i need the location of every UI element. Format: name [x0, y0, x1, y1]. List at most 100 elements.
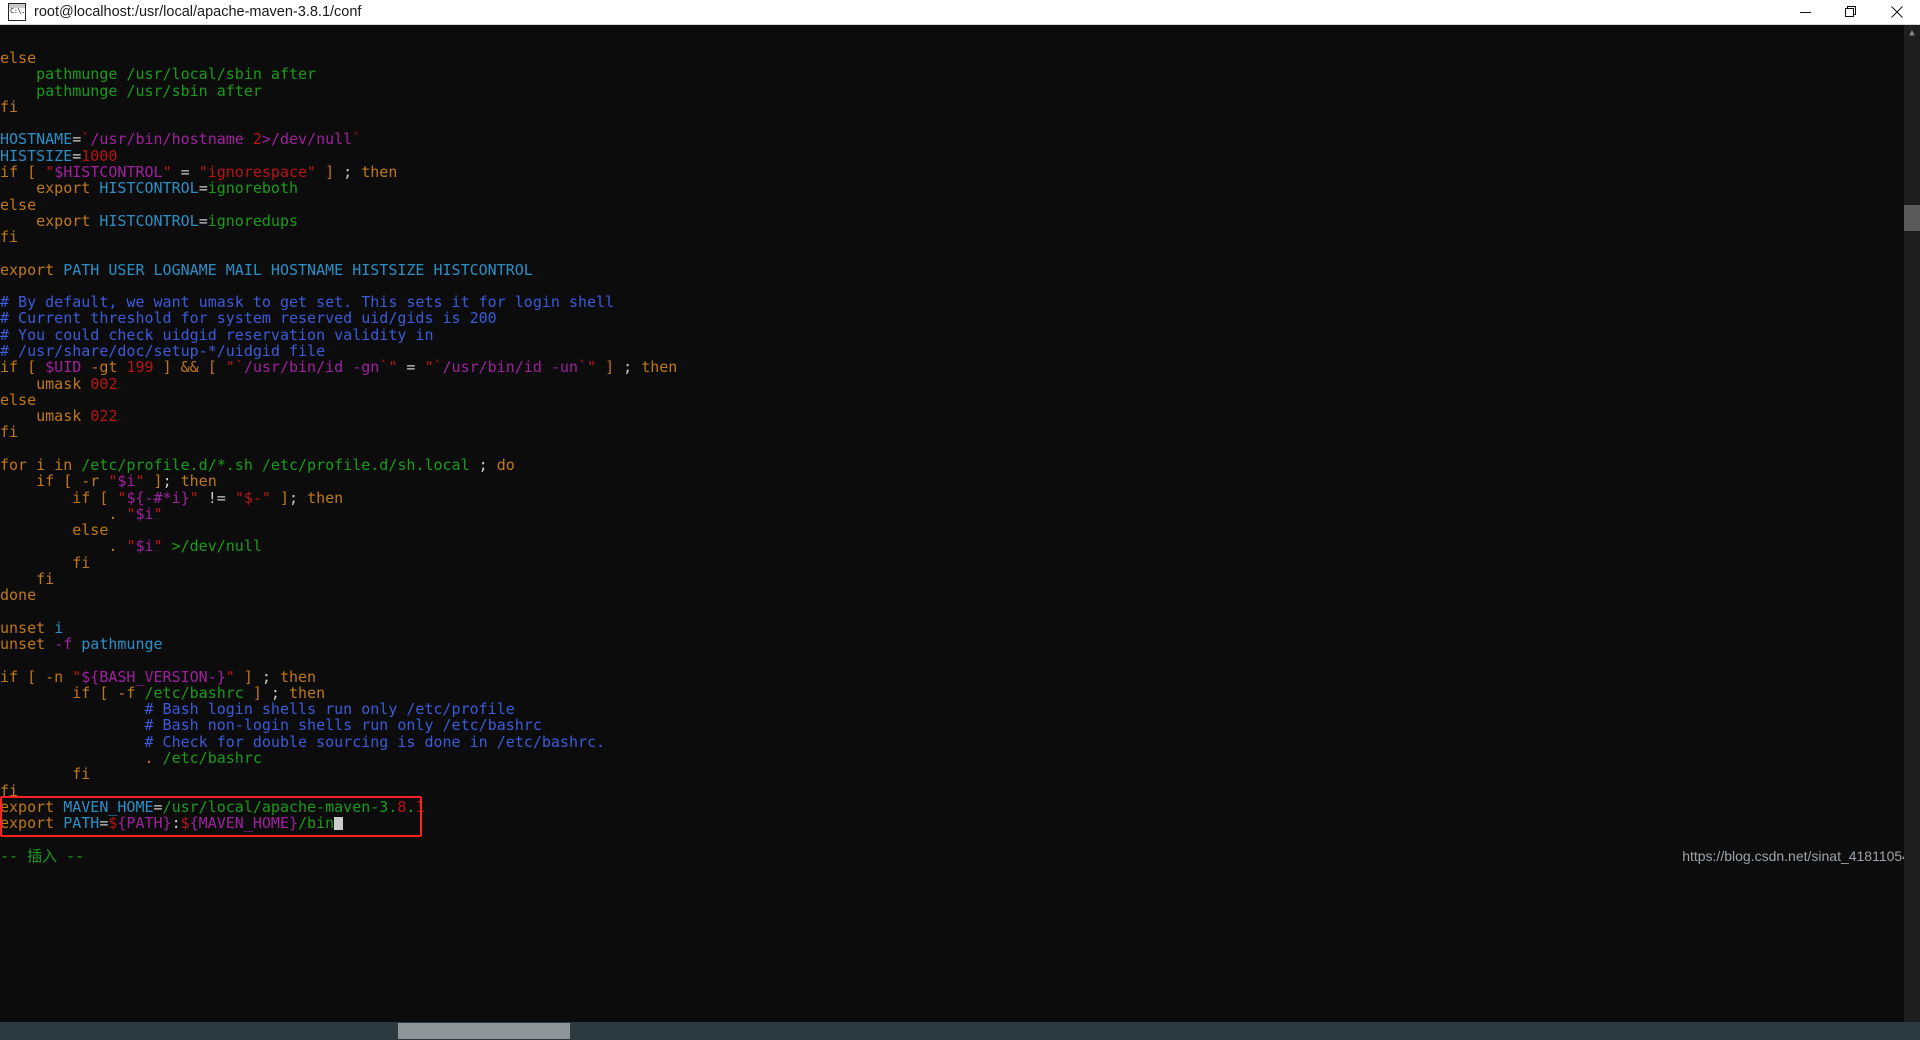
terminal-line: unset -f pathmunge	[0, 636, 163, 652]
code-token: /usr/bin/id	[442, 358, 551, 377]
code-token: pathmunge	[36, 81, 118, 100]
terminal-line: export MAVEN_HOME=/usr/local/apache-mave…	[0, 799, 424, 815]
terminal-line: export HISTCONTROL=ignoredups	[0, 213, 298, 229]
code-token: 2	[252, 130, 262, 149]
close-button[interactable]	[1874, 0, 1920, 24]
code-token: -f	[54, 635, 73, 654]
terminal-line: if [ "${-#*i}" != "$-" ]; then	[0, 488, 344, 507]
code-token: fi	[0, 423, 19, 442]
terminal-line: . "$i" >/dev/null	[0, 538, 262, 554]
code-token: $i	[135, 537, 154, 556]
scroll-up-arrow[interactable]: ▲	[1904, 25, 1920, 41]
code-token: ]	[605, 358, 615, 377]
code-token: export	[36, 179, 91, 198]
code-token: [	[207, 358, 217, 377]
terminal-line: pathmunge /usr/sbin after	[0, 81, 262, 100]
terminal-line: # Check for double sourcing is done in /…	[0, 734, 606, 750]
code-token: fi	[36, 569, 55, 588]
code-token: then	[361, 162, 398, 181]
code-token: 1	[415, 797, 425, 816]
code-token: `	[578, 358, 588, 377]
watermark-url: https://blog.csdn.net/sinat_41811054	[1682, 847, 1910, 864]
terminal-line: fi	[0, 229, 18, 245]
code-token: then	[307, 488, 344, 507]
window-title-bar[interactable]: root@localhost:/usr/local/apache-maven-3…	[0, 0, 1920, 25]
vim-status-line: -- 插入 --	[0, 846, 85, 865]
terminal-line: # Current threshold for system reserved …	[0, 310, 497, 326]
code-token: PATH	[63, 814, 100, 833]
code-token: ]	[279, 488, 289, 507]
code-token: .	[108, 504, 127, 523]
horizontal-scroll-thumb[interactable]	[398, 1023, 570, 1039]
code-token: ;	[469, 456, 497, 474]
code-token: .	[108, 537, 127, 556]
vertical-scrollbar[interactable]: ▲	[1904, 25, 1920, 1040]
terminal-line: fi	[0, 424, 18, 440]
code-token: =	[397, 358, 425, 377]
text-cursor	[334, 817, 344, 831]
code-token: done	[0, 586, 37, 605]
code-token: .	[144, 749, 163, 768]
code-token: $	[180, 814, 190, 833]
code-token: ;	[614, 358, 642, 377]
code-token: {PATH}	[117, 814, 172, 833]
code-token: "	[424, 358, 434, 377]
terminal-line: unset i	[0, 620, 63, 636]
code-token: pathmunge	[81, 635, 163, 654]
code-token: 199	[126, 358, 154, 377]
code-token: `	[234, 358, 244, 377]
code-token: /usr/bin/id	[243, 358, 353, 377]
code-token: ignoredups	[207, 211, 299, 230]
terminal-viewport[interactable]: else pathmunge /usr/local/sbin after pat…	[0, 25, 1920, 1040]
code-token: HISTCONTROL	[99, 211, 199, 230]
terminal-line: export HISTCONTROL=ignoreboth	[0, 180, 298, 196]
code-token: ]	[162, 358, 172, 377]
terminal-line: if [ -n "${BASH_VERSION-}" ] ; then	[0, 668, 316, 685]
terminal-line: # Bash login shells run only /etc/profil…	[0, 701, 515, 717]
terminal-line: export PATH=${PATH}:${MAVEN_HOME}/bin	[0, 814, 344, 833]
horizontal-scrollbar[interactable]	[0, 1022, 1920, 1040]
terminal-line: HISTSIZE=1000	[0, 148, 117, 164]
code-token: "	[153, 537, 163, 556]
terminal-line: if [ -r "$i" ]; then	[0, 473, 217, 489]
code-token: ;	[334, 162, 362, 181]
minimize-button[interactable]	[1782, 0, 1828, 24]
code-token: umask	[36, 407, 82, 426]
code-token: /etc/bashrc	[162, 749, 262, 768]
code-token: fi	[72, 553, 91, 572]
terminal-line: export PATH USER LOGNAME MAIL HOSTNAME H…	[0, 261, 533, 279]
code-token: "	[587, 358, 597, 377]
code-token: >/dev/null	[171, 537, 262, 556]
vertical-scroll-thumb[interactable]	[1904, 205, 1920, 231]
code-token: then	[641, 358, 678, 377]
terminal-line: pathmunge /usr/local/sbin after	[0, 66, 316, 82]
code-token: -un	[550, 358, 578, 377]
code-token: !=	[198, 488, 235, 507]
terminal-line: # By default, we want umask to get set. …	[0, 294, 614, 310]
code-token: ignoreboth	[207, 179, 299, 198]
maximize-button[interactable]	[1828, 0, 1874, 24]
code-token: "	[225, 358, 235, 377]
code-token: 002	[90, 374, 118, 393]
code-token: :	[171, 814, 181, 833]
terminal-line: # /usr/share/doc/setup-*/uidgid file	[0, 343, 325, 359]
window-title: root@localhost:/usr/local/apache-maven-3…	[34, 4, 362, 20]
code-token: =	[198, 211, 208, 230]
terminal-line: fi	[0, 99, 18, 115]
